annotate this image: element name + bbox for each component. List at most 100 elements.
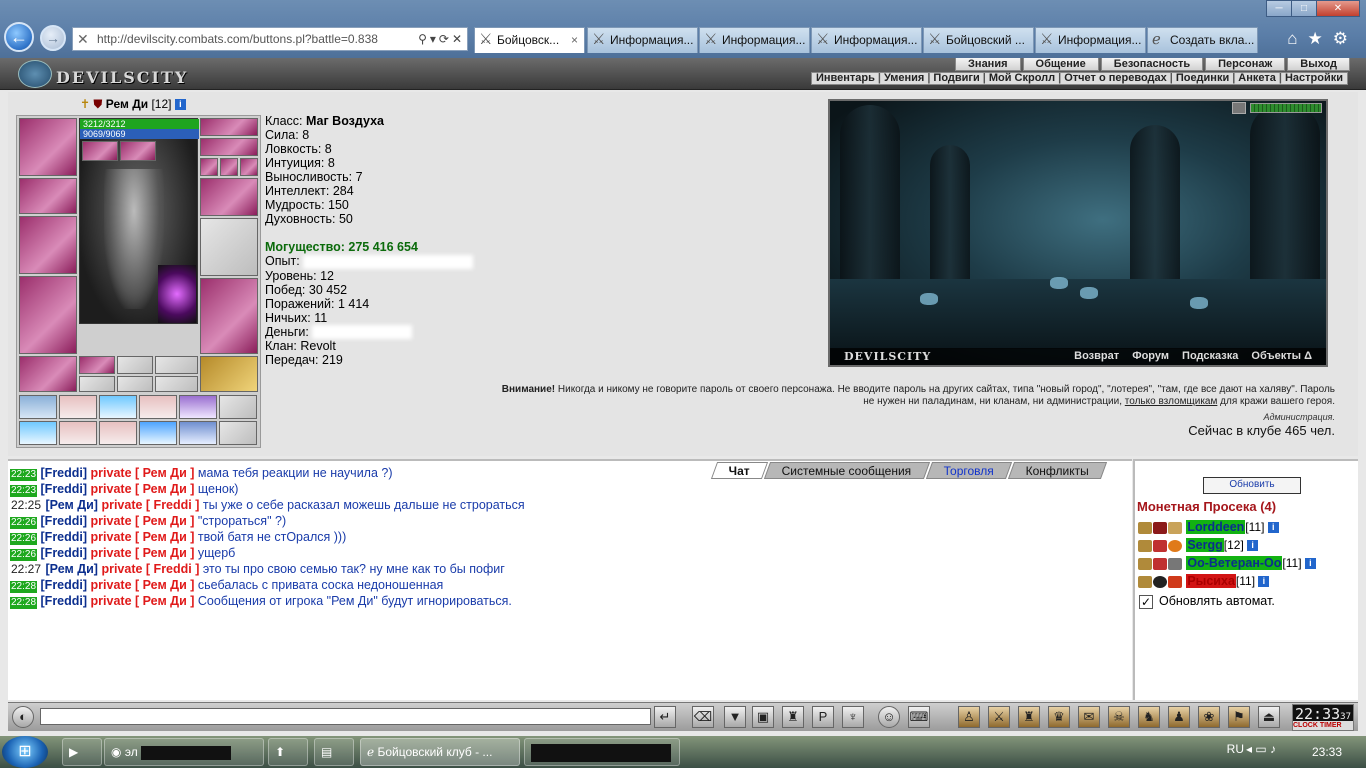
rune-slot[interactable] <box>82 141 118 161</box>
scroll-slot[interactable] <box>139 421 177 445</box>
browser-tab[interactable]: ⚔ Бойцовский ... <box>923 27 1034 53</box>
scroll-slot[interactable] <box>59 395 97 419</box>
armor-slot[interactable] <box>19 276 77 354</box>
scroll-slot[interactable] <box>219 421 257 445</box>
checkbox[interactable]: ✓ <box>1139 594 1153 609</box>
scroll-icon[interactable]: ✉ <box>1078 706 1100 728</box>
earring-slot[interactable] <box>200 118 258 136</box>
offhand-slot[interactable] <box>200 218 258 276</box>
pants-slot[interactable] <box>200 278 258 354</box>
forward-button[interactable]: → <box>40 25 66 51</box>
smiley-icon[interactable]: ☺ <box>878 706 900 728</box>
player-name[interactable]: Lorddeen <box>1186 520 1246 534</box>
private-tag[interactable]: private [ Рем Ди ] <box>91 514 195 528</box>
taskbar-app-icon[interactable]: ⬆ <box>268 738 308 766</box>
scroll-slot[interactable] <box>99 395 137 419</box>
rune-slot[interactable] <box>120 141 156 161</box>
media-player-icon[interactable]: ▶ <box>62 738 102 766</box>
wings-icon[interactable]: ♆ <box>842 706 864 728</box>
submenu-feats[interactable]: Подвиги <box>933 72 979 84</box>
scroll-slot[interactable] <box>59 421 97 445</box>
menu-character[interactable]: Персонаж <box>1205 58 1286 71</box>
submenu-skills[interactable]: Умения <box>884 72 924 84</box>
private-tag[interactable]: private [ Рем Ди ] <box>91 482 195 496</box>
folder-icon[interactable]: ▤ <box>314 738 354 766</box>
hood-icon[interactable]: ♙ <box>958 706 980 728</box>
eraser-icon[interactable]: ⌫ <box>692 706 714 728</box>
attack-icon[interactable] <box>1138 557 1152 570</box>
player-row[interactable]: Рысиха[11] i <box>1138 573 1270 589</box>
tab-system-messages[interactable]: Системные сообщения <box>763 462 930 479</box>
weapon-slot[interactable] <box>19 216 77 274</box>
start-button[interactable]: ⊞ <box>2 736 48 768</box>
taskbar-ie-window[interactable]: ℯ Бойцовский клуб - ... <box>360 738 520 766</box>
close-tab-icon[interactable]: × <box>571 28 578 52</box>
private-tag[interactable]: private [ Freddi ] <box>101 498 199 512</box>
auto-update-checkbox[interactable]: ✓ Обновлять автомат. <box>1139 594 1275 609</box>
bracers-slot[interactable] <box>19 178 77 214</box>
system-clock[interactable]: 23:33 <box>1312 745 1342 759</box>
sword-icon[interactable]: ⚔ <box>988 706 1010 728</box>
private-tag[interactable]: private [ Рем Ди ] <box>91 546 195 560</box>
pocket-slot[interactable] <box>117 376 153 392</box>
menu-security[interactable]: Безопасность <box>1100 58 1204 71</box>
amulet-slot[interactable] <box>200 138 258 156</box>
exit-icon[interactable]: ⏏ <box>1258 706 1280 728</box>
menu-knowledge[interactable]: Знания <box>955 58 1021 71</box>
send-icon[interactable]: ↵ <box>654 706 676 728</box>
scene-link-objects[interactable]: Объекты Δ <box>1251 350 1312 362</box>
message-author[interactable]: [Рем Ди] <box>46 562 98 576</box>
pocket-slot[interactable] <box>155 376 198 392</box>
message-author[interactable]: [Freddi] <box>41 466 88 480</box>
info-icon[interactable]: i <box>1267 522 1279 534</box>
scroll-slot[interactable] <box>19 421 57 445</box>
submenu-my-scroll[interactable]: Мой Скролл <box>989 72 1055 84</box>
scene-link-forum[interactable]: Форум <box>1132 350 1169 362</box>
flag-icon[interactable]: ⚑ <box>1228 706 1250 728</box>
favorites-icon[interactable]: ★ <box>1308 29 1333 48</box>
minimize-button[interactable]: ─ <box>1266 0 1292 17</box>
menu-communication[interactable]: Общение <box>1022 58 1099 71</box>
translit-icon[interactable]: ⌨ <box>908 706 930 728</box>
helmet-icon[interactable]: ♞ <box>1138 706 1160 728</box>
save-log-icon[interactable]: ▣ <box>752 706 774 728</box>
taskbar-firefox[interactable]: ◉ эл <box>104 738 264 766</box>
pocket-slot[interactable] <box>79 356 115 374</box>
scroll-slot[interactable] <box>139 395 177 419</box>
scroll-slot[interactable] <box>179 421 217 445</box>
back-button[interactable]: ← <box>4 22 34 52</box>
menu-exit[interactable]: Выход <box>1287 58 1350 71</box>
pocket-slot[interactable] <box>155 356 198 374</box>
refresh-button[interactable]: Обновить <box>1203 477 1301 494</box>
private-tag[interactable]: private [ Freddi ] <box>101 562 199 576</box>
message-author[interactable]: [Freddi] <box>41 514 88 528</box>
skull-icon[interactable]: ☠ <box>1108 706 1130 728</box>
scroll-slot[interactable] <box>179 395 217 419</box>
browser-tab[interactable]: ⚔ Информация... <box>1035 27 1146 53</box>
player-name[interactable]: Рысиха <box>1186 574 1236 588</box>
filter-icon[interactable]: ▼ <box>724 706 746 728</box>
private-tag[interactable]: private [ Рем Ди ] <box>91 530 195 544</box>
attack-icon[interactable] <box>1138 575 1152 588</box>
submenu-inventory[interactable]: Инвентарь <box>816 72 875 84</box>
pocket-slot[interactable] <box>117 356 153 374</box>
attack-icon[interactable] <box>1138 539 1152 552</box>
fighter-icon[interactable]: ♜ <box>782 706 804 728</box>
boots-slot[interactable] <box>200 356 258 392</box>
notice-link[interactable]: только взломщикам <box>1125 396 1218 407</box>
chat-mode-icon[interactable]: ◐ <box>12 706 34 728</box>
location-scene[interactable]: DEVILSCITY Возврат Форум Подсказка Объек… <box>828 99 1328 367</box>
browser-tab[interactable]: ⚔ Информация... <box>587 27 698 53</box>
clan-icon[interactable]: ♛ <box>1048 706 1070 728</box>
scroll-slot[interactable] <box>19 395 57 419</box>
player-row[interactable]: Оо-Ветеран-Оо[11] i <box>1138 555 1316 571</box>
info-icon[interactable]: i <box>1247 540 1259 552</box>
tab-chat[interactable]: Чат <box>710 462 769 479</box>
private-tag[interactable]: private [ Рем Ди ] <box>91 466 195 480</box>
ring-slot[interactable] <box>240 158 258 176</box>
player-row[interactable]: Sergg[12] i <box>1138 537 1259 553</box>
submenu-battles[interactable]: Поединки <box>1176 72 1229 84</box>
private-icon[interactable]: P <box>812 706 834 728</box>
maximize-button[interactable]: □ <box>1291 0 1317 17</box>
close-window-button[interactable]: ✕ <box>1316 0 1360 17</box>
